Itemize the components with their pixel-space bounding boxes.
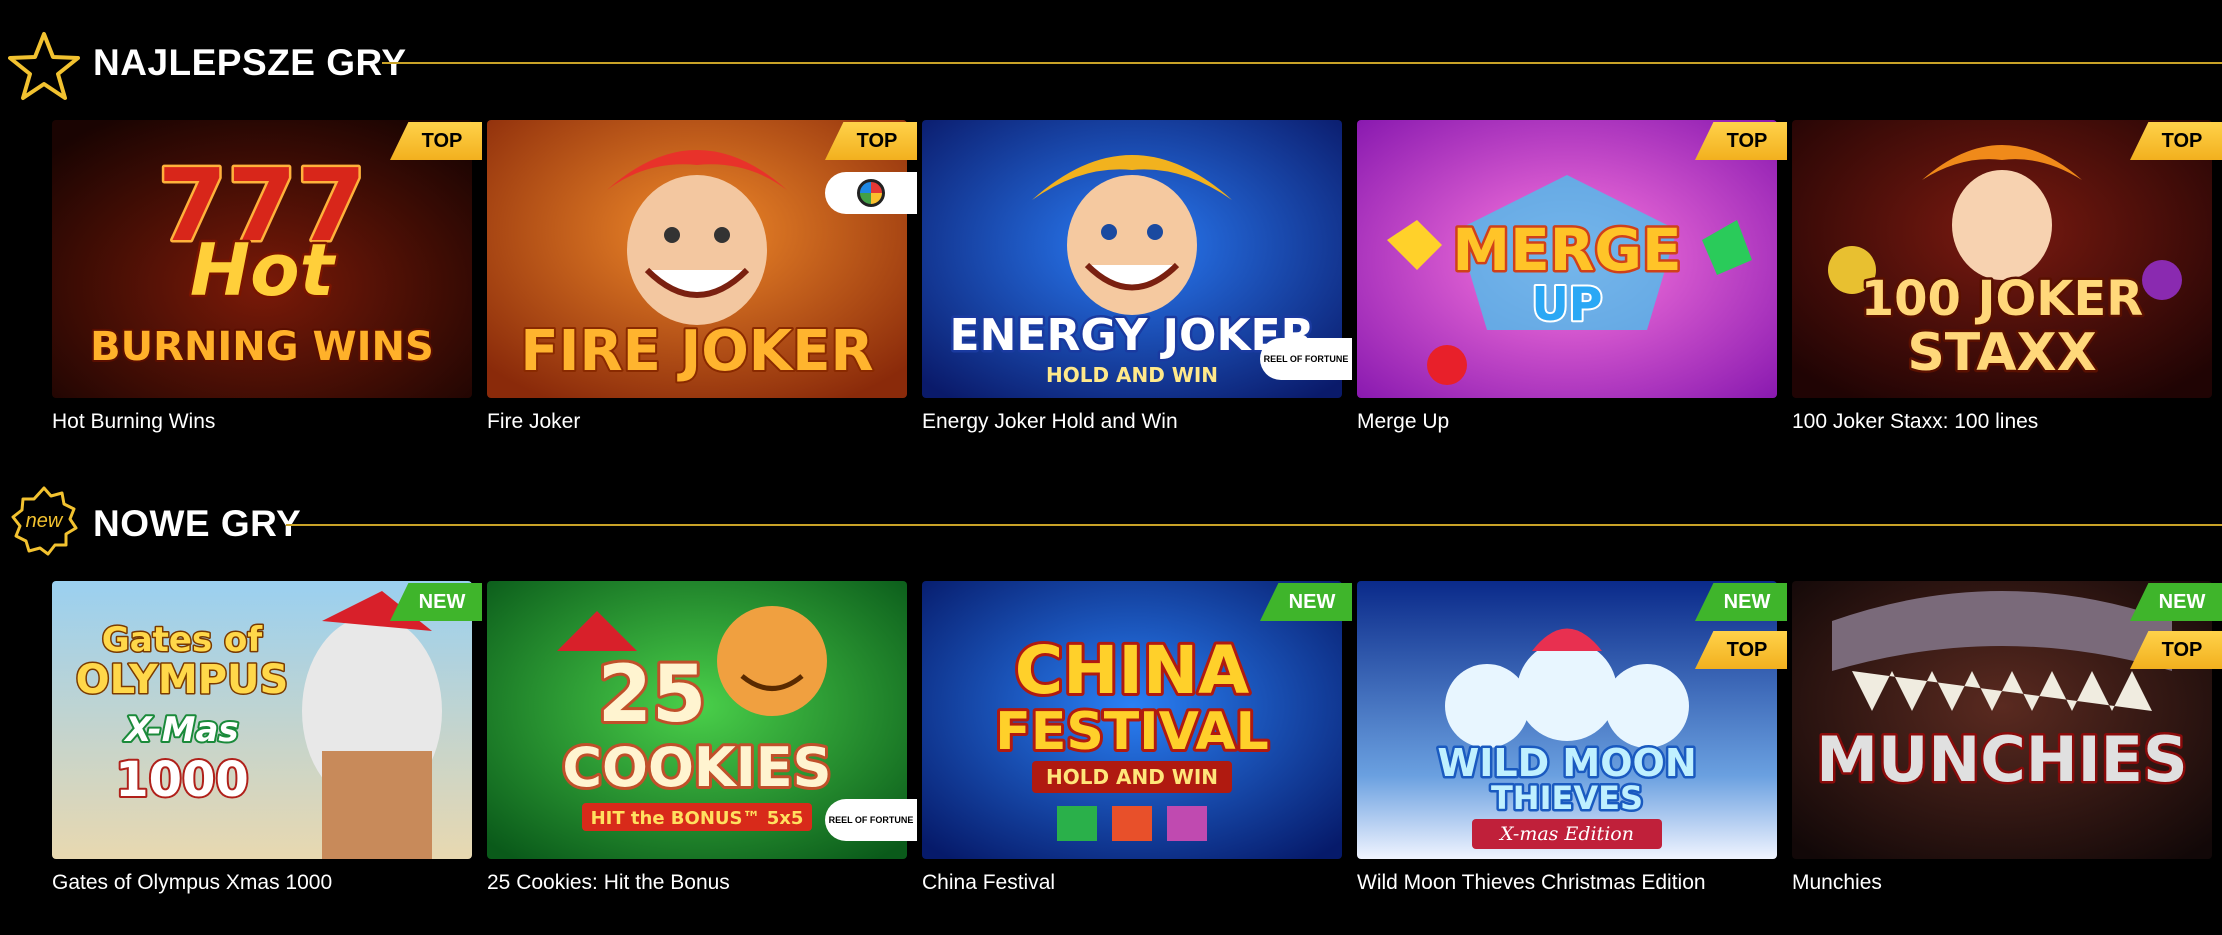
game-thumbnail[interactable]: Gates of OLYMPUS X-Mas 1000: [52, 581, 472, 859]
game-thumbnail[interactable]: CHINA FESTIVAL HOLD AND WIN: [922, 581, 1342, 859]
section-divider: [286, 524, 2222, 526]
game-thumbnail[interactable]: WILD MOON THIEVES X-mas Edition: [1357, 581, 1777, 859]
art-text: FESTIVAL: [995, 702, 1268, 762]
game-name[interactable]: 25 Cookies: Hit the Bonus: [487, 871, 917, 895]
new-badge-icon: new: [8, 485, 80, 557]
game-thumbnail[interactable]: MERGE UP: [1357, 120, 1777, 398]
art-text: FIRE JOKER: [520, 319, 873, 384]
art-text: 25: [598, 650, 707, 740]
game-name[interactable]: Merge Up: [1357, 410, 1787, 434]
art-text: 1000: [115, 752, 249, 808]
game-name[interactable]: 100 Joker Staxx: 100 lines: [1792, 410, 2222, 434]
new-badge-text: new: [26, 510, 64, 532]
game-name[interactable]: Gates of Olympus Xmas 1000: [52, 871, 482, 895]
provider-logo: REEL OF FORTUNE: [1260, 338, 1352, 380]
section-title: NAJLEPSZE GRY: [93, 42, 407, 83]
art-text: HIT the BONUS™ 5x5: [591, 808, 804, 829]
game-thumbnail[interactable]: 777 Hot BURNING WINS: [52, 120, 472, 398]
art-text: THIEVES: [1491, 779, 1643, 817]
art-text: CHINA: [1015, 632, 1250, 709]
game-thumbnail[interactable]: FIRE JOKER: [487, 120, 907, 398]
art-text: HOLD AND WIN: [1046, 765, 1218, 789]
section-new-games: new NOWE GRY Gates of OLYMPUS X-Mas 1000: [0, 483, 2222, 935]
game-thumbnail[interactable]: 100 JOKER STAXX: [1792, 120, 2212, 398]
game-thumbnail[interactable]: MUNCHIES: [1792, 581, 2212, 859]
art-text: MUNCHIES: [1816, 723, 2187, 796]
section-best-games: NAJLEPSZE GRY 777 Hot BURNING WINS TOP H…: [0, 22, 2222, 452]
art-text: Gates of: [102, 620, 264, 660]
section-header: NAJLEPSZE GRY: [0, 22, 2222, 102]
art-text: MERGE: [1452, 216, 1681, 284]
art-text: 100 JOKER: [1861, 271, 2144, 327]
art-text: OLYMPUS: [76, 657, 289, 703]
game-name[interactable]: China Festival: [922, 871, 1352, 895]
art-text: X-mas Edition: [1498, 823, 1634, 845]
game-name[interactable]: Fire Joker: [487, 410, 917, 434]
provider-wheel-icon: [825, 172, 917, 214]
star-icon: [8, 30, 80, 102]
provider-logo: REEL OF FORTUNE: [825, 799, 917, 841]
art-text: BURNING WINS: [90, 324, 434, 370]
art-text: STAXX: [1907, 323, 2096, 383]
section-header: new NOWE GRY: [0, 483, 2222, 563]
art-text: Hot: [190, 228, 337, 312]
game-name[interactable]: Wild Moon Thieves Christmas Edition: [1357, 871, 1787, 895]
game-name[interactable]: Munchies: [1792, 871, 2222, 895]
section-title: NOWE GRY: [93, 503, 302, 544]
art-text: COOKIES: [562, 736, 831, 799]
section-divider: [382, 62, 2222, 64]
art-text: HOLD AND WIN: [1046, 363, 1218, 387]
game-name[interactable]: Energy Joker Hold and Win: [922, 410, 1352, 434]
art-text: UP: [1531, 277, 1602, 331]
art-text: X-Mas: [123, 710, 238, 750]
game-name[interactable]: Hot Burning Wins: [52, 410, 482, 434]
